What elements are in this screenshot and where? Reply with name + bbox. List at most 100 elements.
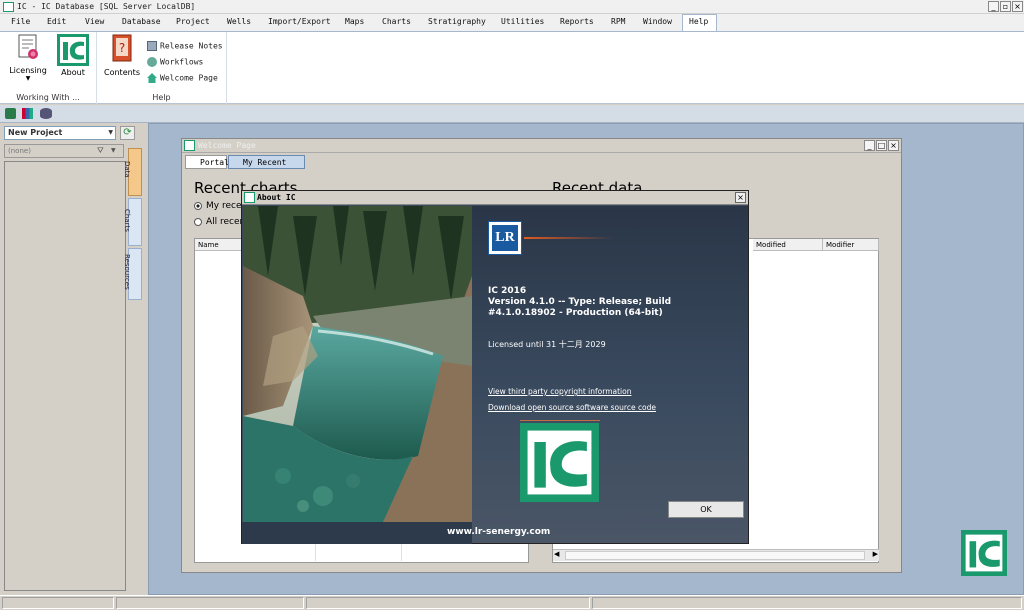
welcome-maximize-button[interactable]: □ bbox=[876, 140, 887, 151]
workflows-button[interactable]: Workflows bbox=[147, 57, 203, 67]
quick-access-toolbar bbox=[0, 105, 1024, 123]
about-titlebar: About IC × bbox=[242, 191, 748, 205]
filter-field[interactable]: (none) ⛛ ▼ bbox=[4, 144, 124, 158]
canyon-photo bbox=[243, 206, 472, 522]
menu-help[interactable]: Help bbox=[689, 17, 708, 26]
third-party-copyright-link[interactable]: View third party copyright information bbox=[488, 387, 631, 396]
lr-url: www.lr-senergy.com bbox=[447, 527, 551, 537]
horizontal-scrollbar[interactable]: ◀ ▶ bbox=[553, 549, 879, 561]
welcome-page-label: Welcome Page bbox=[160, 73, 218, 83]
contents-label: Contents bbox=[104, 68, 140, 77]
orange-accent-line bbox=[524, 237, 614, 239]
menu-maps[interactable]: Maps bbox=[345, 17, 364, 26]
ok-button[interactable]: OK bbox=[668, 501, 744, 518]
version-info: Version 4.1.0 -- Type: Release; Build #4… bbox=[488, 297, 672, 318]
menu-database[interactable]: Database bbox=[122, 17, 161, 26]
refresh-icon[interactable]: ⟳ bbox=[120, 126, 135, 140]
ic-watermark-logo bbox=[961, 530, 1007, 576]
tab-charts[interactable]: Charts bbox=[123, 198, 142, 246]
workflows-label: Workflows bbox=[160, 57, 204, 67]
dropdown-arrow-icon: ▼ bbox=[25, 75, 31, 82]
group-label-working-with: Working With ... bbox=[16, 93, 80, 102]
ic-logo-icon bbox=[244, 192, 255, 203]
release-notes-button[interactable]: Release Notes bbox=[147, 41, 223, 51]
group-label-help: Help bbox=[152, 93, 171, 102]
tab-my-recent-data[interactable]: My Recent Data bbox=[228, 155, 305, 180]
my-recent-radio[interactable]: My recen bbox=[194, 201, 247, 211]
ribbon: Licensing ▼ About Working With ... ? Con… bbox=[0, 31, 1024, 104]
menu-charts[interactable]: Charts bbox=[382, 17, 411, 26]
release-notes-label: Release Notes bbox=[160, 41, 223, 51]
project-name: New Project bbox=[8, 128, 63, 137]
chevron-down-icon: ▼ bbox=[108, 129, 113, 136]
title-bar: IC - IC Database [SQL Server LocalDB] _ … bbox=[0, 0, 1024, 14]
menu-edit[interactable]: Edit bbox=[47, 17, 66, 26]
status-pane bbox=[306, 597, 590, 609]
about-dialog: About IC × LR IC 2016 Version 4.1.0 -- T… bbox=[241, 190, 749, 544]
scroll-thumb[interactable] bbox=[565, 551, 865, 560]
ribbon-group-working-with: Licensing ▼ About Working With ... bbox=[0, 32, 97, 104]
welcome-page-button[interactable]: Welcome Page bbox=[147, 73, 218, 83]
welcome-minimize-button[interactable]: _ bbox=[864, 140, 875, 151]
column-header-modifier[interactable]: Modifier bbox=[823, 239, 879, 251]
ic-product-logo bbox=[520, 423, 599, 502]
menu-import-export[interactable]: Import/Export bbox=[268, 17, 331, 26]
status-pane bbox=[592, 597, 1022, 609]
menu-view[interactable]: View bbox=[85, 17, 104, 26]
scroll-right-icon[interactable]: ▶ bbox=[873, 550, 878, 558]
status-bar bbox=[0, 595, 1024, 610]
menu-utilities[interactable]: Utilities bbox=[501, 17, 544, 26]
scroll-left-icon[interactable]: ◀ bbox=[554, 550, 559, 558]
tab-data-label: Data bbox=[123, 161, 131, 178]
window-title: IC - IC Database [SQL Server LocalDB] bbox=[17, 2, 196, 11]
database-icon[interactable] bbox=[40, 108, 52, 119]
menu-file[interactable]: File bbox=[11, 17, 30, 26]
divider-line bbox=[520, 420, 600, 421]
home-icon bbox=[147, 73, 157, 83]
project-tree[interactable] bbox=[4, 161, 126, 591]
map-icon[interactable] bbox=[5, 108, 16, 119]
about-label: About bbox=[61, 68, 85, 77]
lr-logo-text: LR bbox=[492, 225, 518, 251]
chevron-down-icon[interactable]: ▼ bbox=[111, 145, 116, 157]
close-icon[interactable]: × bbox=[735, 192, 746, 203]
lr-url-bar: www.lr-senergy.com bbox=[242, 522, 550, 544]
ribbon-group-help: ? Contents Release Notes Workflows Welco… bbox=[97, 32, 227, 104]
tab-data[interactable]: Data bbox=[123, 148, 142, 196]
close-button[interactable]: × bbox=[1012, 1, 1023, 12]
restore-button[interactable]: ▫ bbox=[1000, 1, 1011, 12]
project-dropdown[interactable]: New Project ▼ bbox=[4, 126, 116, 140]
contents-button[interactable]: ? Contents bbox=[102, 34, 142, 77]
welcome-close-button[interactable]: × bbox=[888, 140, 899, 151]
ic-logo-icon bbox=[523, 426, 596, 499]
menu-reports[interactable]: Reports bbox=[560, 17, 594, 26]
help-book-icon: ? bbox=[112, 34, 132, 62]
ic-logo-icon bbox=[57, 34, 89, 66]
app-logo-icon bbox=[3, 2, 14, 12]
status-pane bbox=[116, 597, 304, 609]
project-panel: New Project ▼ ⟳ (none) ⛛ ▼ bbox=[0, 123, 143, 596]
ic-logo-icon bbox=[963, 532, 1005, 574]
document-icon bbox=[147, 41, 157, 51]
tab-portal[interactable]: Portal bbox=[185, 155, 229, 169]
menu-window[interactable]: Window bbox=[643, 17, 672, 26]
licensing-button[interactable]: Licensing ▼ bbox=[6, 34, 50, 82]
filter-funnel-icon[interactable]: ⛛ bbox=[97, 145, 104, 157]
about-button[interactable]: About bbox=[54, 34, 92, 77]
about-info-pane: LR IC 2016 Version 4.1.0 -- Type: Releas… bbox=[472, 206, 748, 543]
menu-stratigraphy[interactable]: Stratigraphy bbox=[428, 17, 486, 26]
menu-wells[interactable]: Wells bbox=[227, 17, 251, 26]
column-header-modified[interactable]: Modified bbox=[753, 239, 823, 251]
tab-resources-label: Resources bbox=[123, 254, 131, 290]
all-recent-label: All recen bbox=[206, 217, 246, 227]
minimize-button[interactable]: _ bbox=[988, 1, 999, 12]
all-recent-radio[interactable]: All recen bbox=[194, 217, 245, 227]
tab-resources[interactable]: Resources bbox=[123, 248, 142, 300]
chart-icon[interactable] bbox=[22, 108, 33, 119]
product-name: IC 2016 bbox=[488, 286, 527, 296]
menu-rpm[interactable]: RPM bbox=[611, 17, 625, 26]
open-source-download-link[interactable]: Download open source software source cod… bbox=[488, 403, 656, 412]
welcome-title: Welcome Page bbox=[198, 141, 256, 150]
menu-project[interactable]: Project bbox=[176, 17, 210, 26]
about-title: About IC bbox=[257, 193, 296, 202]
